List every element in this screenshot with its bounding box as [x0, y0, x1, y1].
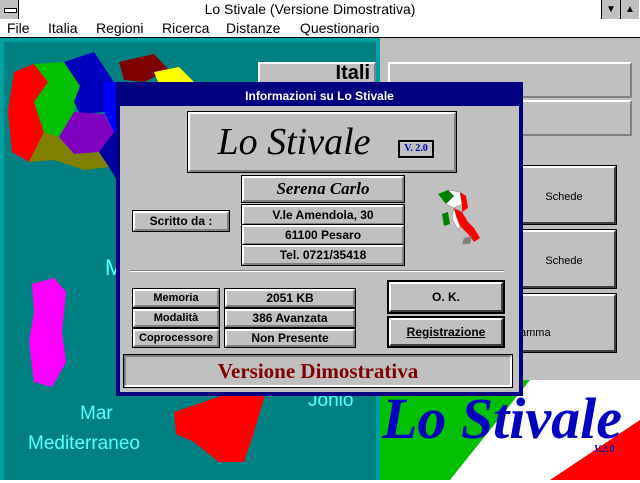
programma-button[interactable]: amma: [511, 293, 617, 353]
dialog-separator: [130, 270, 504, 272]
app-name: Lo Stivale: [217, 121, 371, 163]
sea-label-mediterraneo: Mediterraneo: [28, 433, 140, 454]
schede-button-1[interactable]: Schede: [511, 165, 617, 225]
coprocessor-value: Non Presente: [224, 328, 356, 348]
menu-questionario[interactable]: Questionario: [300, 19, 379, 37]
schede-button-2[interactable]: Schede: [511, 229, 617, 289]
author-city: 61100 Pesaro: [241, 224, 405, 246]
registration-button[interactable]: Registrazione: [387, 316, 505, 348]
system-menu-icon: [4, 8, 17, 13]
coprocessor-label: Coprocessore: [132, 328, 220, 348]
island-corsica: [40, 210, 54, 230]
region-sicilia[interactable]: [174, 387, 266, 462]
maximize-button[interactable]: ▲: [620, 0, 639, 19]
map-header-partial: Itali: [258, 62, 376, 84]
version-badge: V. 2.0: [398, 140, 434, 158]
author-label: Scritto da :: [132, 210, 230, 232]
sea-label-mar: Mar: [80, 403, 113, 424]
edition-banner: Versione Dimostrativa: [123, 354, 513, 388]
logo-version: V.2.0: [594, 444, 615, 455]
italy-flag-map-icon: [438, 189, 480, 244]
menu-file[interactable]: File: [7, 19, 30, 37]
dialog-title: Informazioni su Lo Stivale: [120, 86, 519, 106]
minimize-button[interactable]: ▼: [601, 0, 620, 19]
menu-italia[interactable]: Italia: [48, 19, 78, 37]
mode-label: Modalità: [132, 308, 220, 328]
author-name: Serena Carlo: [241, 175, 405, 203]
menu-bar: File Italia Regioni Ricerca Distanze Que…: [0, 19, 640, 38]
menu-regioni[interactable]: Regioni: [96, 19, 143, 37]
ok-button[interactable]: O. K.: [387, 280, 505, 314]
schede-button-2-label: Schede: [545, 255, 583, 267]
schede-button-1-label: Schede: [545, 191, 583, 203]
author-address: V.le Amendola, 30: [241, 204, 405, 226]
memory-label: Memoria: [132, 288, 220, 308]
programma-button-label: amma: [520, 327, 551, 339]
mode-value: 386 Avanzata: [224, 308, 356, 328]
memory-value: 2051 KB: [224, 288, 356, 308]
author-phone: Tel. 0721/35418: [241, 244, 405, 266]
region-sardegna[interactable]: [29, 278, 66, 387]
window-title: Lo Stivale (Versione Dimostrativa): [204, 1, 416, 17]
menu-distanze[interactable]: Distanze: [226, 19, 280, 37]
system-menu-button[interactable]: [0, 0, 19, 19]
menu-ricerca[interactable]: Ricerca: [162, 19, 209, 37]
